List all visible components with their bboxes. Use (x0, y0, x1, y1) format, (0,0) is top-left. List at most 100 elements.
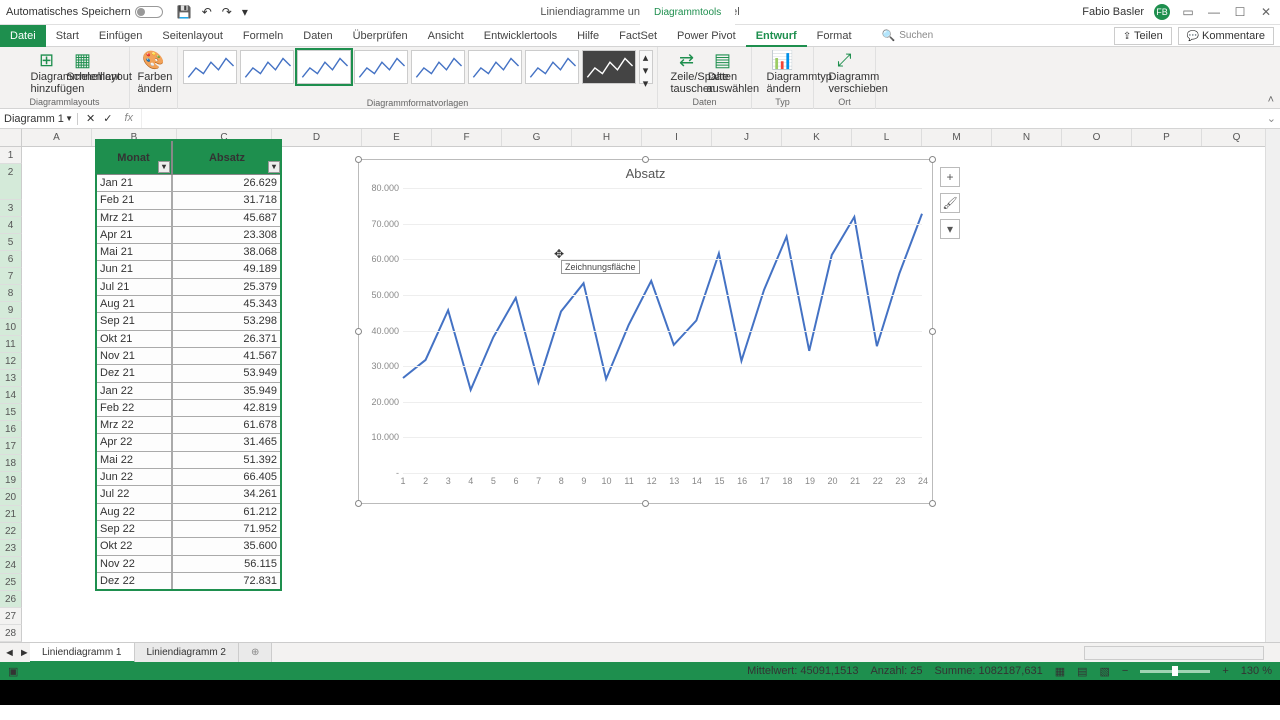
formula-bar[interactable] (141, 109, 1263, 128)
row-header[interactable]: 16 (0, 421, 22, 438)
cell-month[interactable]: Mai 22 (95, 452, 172, 469)
cell-month[interactable]: Jul 21 (95, 279, 172, 296)
row-header[interactable]: 11 (0, 336, 22, 353)
cell-value[interactable]: 66.405 (172, 469, 282, 486)
row-header[interactable]: 21 (0, 506, 22, 523)
view-page-icon[interactable]: ▤ (1077, 665, 1087, 678)
tab-hilfe[interactable]: Hilfe (567, 25, 609, 47)
row-header[interactable]: 5 (0, 234, 22, 251)
table-row[interactable]: Nov 2141.567 (95, 348, 282, 365)
tab-formeln[interactable]: Formeln (233, 25, 293, 47)
table-row[interactable]: Mrz 2145.687 (95, 210, 282, 227)
table-header-month[interactable]: Monat▾ (95, 139, 172, 175)
column-header[interactable]: A (22, 129, 92, 146)
name-box[interactable]: Diagramm 1▼ (0, 113, 78, 125)
cell-month[interactable]: Apr 22 (95, 434, 172, 451)
toggle-switch[interactable] (135, 6, 163, 18)
column-header[interactable]: N (992, 129, 1062, 146)
search-icon[interactable]: 🔍 (882, 29, 896, 42)
cell-value[interactable]: 31.465 (172, 434, 282, 451)
row-header[interactable]: 1 (0, 147, 22, 164)
row-header[interactable]: 22 (0, 523, 22, 540)
horizontal-scrollbar[interactable] (1084, 646, 1264, 660)
tab-factset[interactable]: FactSet (609, 25, 667, 47)
chart-style-thumb[interactable] (240, 50, 294, 84)
table-row[interactable]: Sep 2271.952 (95, 521, 282, 538)
cell-month[interactable]: Jan 22 (95, 383, 172, 400)
cell-value[interactable]: 26.629 (172, 175, 282, 192)
chart-style-thumb[interactable] (582, 50, 636, 84)
style-gallery-scroll[interactable]: ▴▾▾ (639, 50, 653, 84)
row-header[interactable]: 27 (0, 608, 22, 625)
cell-value[interactable]: 42.819 (172, 400, 282, 417)
view-normal-icon[interactable]: ▦ (1055, 665, 1065, 678)
row-header[interactable]: 14 (0, 387, 22, 404)
cell-value[interactable]: 71.952 (172, 521, 282, 538)
share-button[interactable]: ⇪ Teilen (1114, 27, 1172, 45)
cell-month[interactable]: Apr 21 (95, 227, 172, 244)
column-header[interactable]: P (1132, 129, 1202, 146)
column-header[interactable]: G (502, 129, 572, 146)
chart-filter-button[interactable]: ▾ (940, 219, 960, 239)
tab-entwicklertools[interactable]: Entwicklertools (474, 25, 567, 47)
cell-month[interactable]: Mrz 22 (95, 417, 172, 434)
filter-icon[interactable]: ▾ (268, 161, 280, 173)
row-header[interactable]: 28 (0, 625, 22, 642)
switch-row-col-button[interactable]: ⇄Zeile/Spalte tauschen (671, 50, 703, 95)
sheet-nav-prev-icon[interactable]: ◄ (4, 647, 15, 659)
column-header[interactable]: I (642, 129, 712, 146)
row-header[interactable]: 2 (0, 164, 22, 200)
cell-month[interactable]: Jul 22 (95, 486, 172, 503)
column-header[interactable]: O (1062, 129, 1132, 146)
ribbon-mode-icon[interactable]: ▭ (1180, 5, 1196, 19)
chart-elements-button[interactable]: + (940, 167, 960, 187)
column-header[interactable]: K (782, 129, 852, 146)
row-header[interactable]: 19 (0, 472, 22, 489)
tab-power pivot[interactable]: Power Pivot (667, 25, 746, 47)
record-macro-icon[interactable]: ▣ (8, 665, 18, 678)
zoom-level[interactable]: 130 % (1241, 665, 1272, 677)
row-header[interactable]: 17 (0, 438, 22, 455)
zoom-slider[interactable] (1140, 670, 1210, 673)
table-row[interactable]: Feb 2242.819 (95, 400, 282, 417)
column-header[interactable]: J (712, 129, 782, 146)
chevron-down-icon[interactable]: ▼ (65, 114, 73, 123)
tab-file[interactable]: Datei (0, 25, 46, 47)
row-header[interactable]: 7 (0, 268, 22, 285)
table-row[interactable]: Jul 2125.379 (95, 279, 282, 296)
cell-month[interactable]: Aug 21 (95, 296, 172, 313)
tab-ansicht[interactable]: Ansicht (418, 25, 474, 47)
plot-area[interactable]: -10.00020.00030.00040.00050.00060.00070.… (403, 188, 922, 473)
table-row[interactable]: Jan 2235.949 (95, 383, 282, 400)
add-sheet-button[interactable]: ⊕ (239, 643, 272, 663)
table-row[interactable]: Apr 2231.465 (95, 434, 282, 451)
minimize-icon[interactable]: — (1206, 5, 1222, 19)
table-row[interactable]: Jun 2266.405 (95, 469, 282, 486)
row-header[interactable]: 9 (0, 302, 22, 319)
cell-value[interactable]: 26.371 (172, 331, 282, 348)
undo-icon[interactable]: ↶ (202, 5, 212, 19)
tab-seitenlayout[interactable]: Seitenlayout (152, 25, 233, 47)
view-break-icon[interactable]: ▧ (1100, 665, 1110, 678)
cell-value[interactable]: 34.261 (172, 486, 282, 503)
row-header[interactable]: 25 (0, 574, 22, 591)
redo-icon[interactable]: ↷ (222, 5, 232, 19)
chart-style-thumb[interactable] (297, 50, 351, 84)
table-row[interactable]: Mai 2138.068 (95, 244, 282, 261)
cell-month[interactable]: Okt 21 (95, 331, 172, 348)
cell-month[interactable]: Mrz 21 (95, 210, 172, 227)
column-header[interactable]: Q (1202, 129, 1272, 146)
cell-month[interactable]: Aug 22 (95, 504, 172, 521)
row-header[interactable]: 24 (0, 557, 22, 574)
change-chart-type-button[interactable]: 📊Diagrammtyp ändern (767, 50, 799, 95)
move-chart-button[interactable]: ⤢Diagramm verschieben (829, 50, 861, 95)
select-data-button[interactable]: ▤Daten auswählen (707, 50, 739, 95)
cell-value[interactable]: 38.068 (172, 244, 282, 261)
cell-month[interactable]: Sep 21 (95, 313, 172, 330)
tab-entwurf[interactable]: Entwurf (746, 25, 807, 47)
table-row[interactable]: Feb 2131.718 (95, 192, 282, 209)
change-colors-button[interactable]: 🎨Farben ändern (138, 50, 170, 95)
row-header[interactable]: 26 (0, 591, 22, 608)
tab-einfügen[interactable]: Einfügen (89, 25, 152, 47)
table-header-absatz[interactable]: Absatz▾ (172, 139, 282, 175)
